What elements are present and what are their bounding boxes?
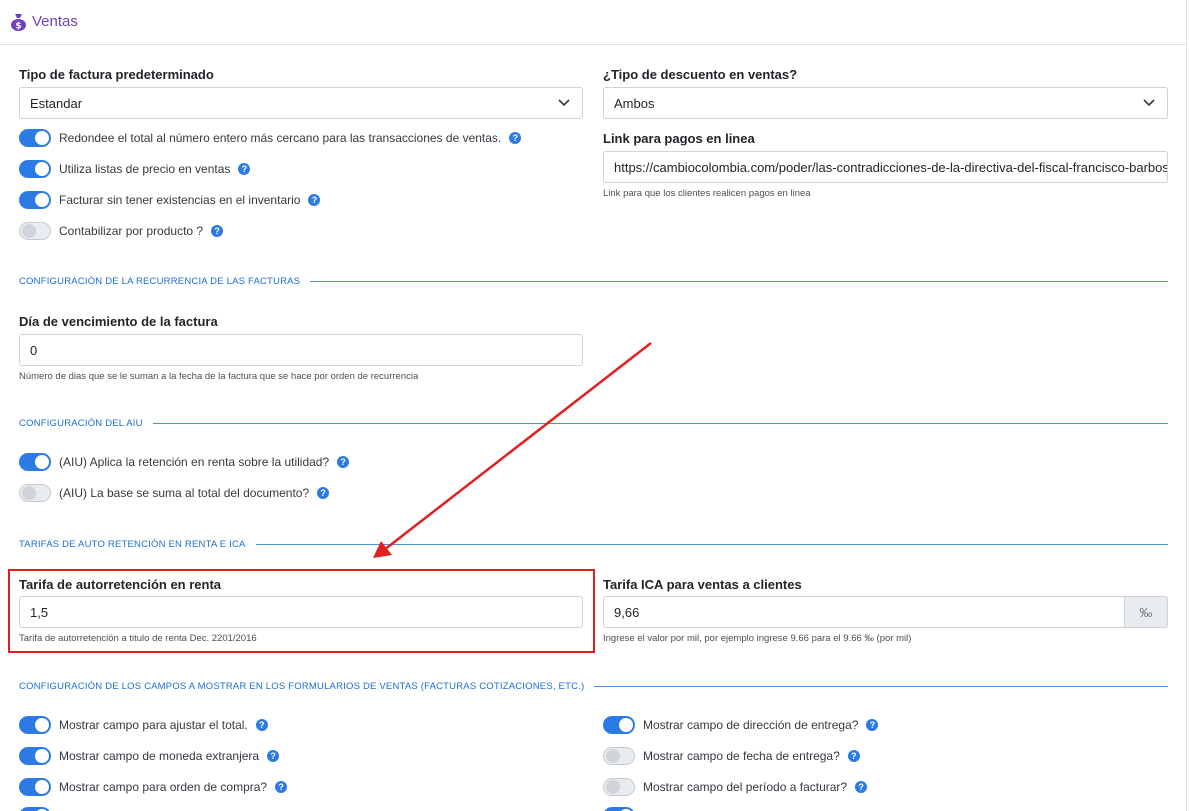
delivery-date-toggle[interactable] <box>603 747 635 765</box>
section-divider <box>594 685 1168 687</box>
autoretention-label: Tarifa de autorretención en renta <box>19 577 222 592</box>
payment-link-help: Link para que los clientes realicen pago… <box>603 188 811 199</box>
autoretention-input[interactable]: 1,5 <box>19 596 583 628</box>
help-icon[interactable]: ? <box>509 132 522 144</box>
money-bag-icon: $ <box>11 14 26 32</box>
toggle-label: Facturar sin tener existencias en el inv… <box>59 193 301 207</box>
billing-period-toggle[interactable] <box>603 778 635 796</box>
aiu-retention-toggle[interactable] <box>19 453 51 471</box>
section-aiu: CONFIGURACIÓN DEL AIU <box>19 416 1168 430</box>
help-icon[interactable]: ? <box>855 781 868 793</box>
section-fields: CONFIGURACIÓN DE LOS CAMPOS A MOSTRAR EN… <box>19 679 1168 693</box>
price-lists-toggle[interactable] <box>19 160 51 178</box>
help-icon[interactable]: ? <box>238 163 251 175</box>
sales-settings-page: $ Ventas Tipo de factura predeterminado … <box>0 0 1189 811</box>
page-title: Ventas <box>32 13 78 30</box>
toggle-label: Mostrar campo de dirección de entrega? <box>643 718 859 732</box>
help-icon[interactable]: ? <box>308 194 321 206</box>
toggle-row-aiu-retention: (AIU) Aplica la retención en renta sobre… <box>19 452 350 472</box>
due-day-help: Número de dias que se le suman a la fech… <box>19 371 419 382</box>
section-rates: TARIFAS DE AUTO RETENCIÓN EN RENTA E ICA <box>19 537 1168 551</box>
section-title: CONFIGURACIÓN DE LA RECURRENCIA DE LAS F… <box>19 275 301 287</box>
section-recurrence: CONFIGURACIÓN DE LA RECURRENCIA DE LAS F… <box>19 274 1168 288</box>
help-icon[interactable]: ? <box>866 719 879 731</box>
section-title: CONFIGURACIÓN DEL AIU <box>19 417 143 429</box>
discount-type-value: Ambos <box>614 96 655 111</box>
help-icon[interactable]: ? <box>847 750 860 762</box>
toggle-label: Contabilizar por producto ? <box>59 224 204 238</box>
invoice-type-select[interactable]: Estandar <box>19 87 583 119</box>
toggle-row-delivery-address: Mostrar campo de dirección de entrega? ? <box>603 715 879 735</box>
aiu-base-toggle[interactable] <box>19 484 51 502</box>
chevron-down-icon <box>558 99 570 107</box>
discount-type-select[interactable]: Ambos <box>603 87 1168 119</box>
due-day-input[interactable]: 0 <box>19 334 583 366</box>
toggle-row-round-total: Redondee el total al número entero más c… <box>19 128 522 148</box>
toggle-label: (AIU) Aplica la retención en renta sobre… <box>59 455 330 469</box>
toggle-row-no-stock: Facturar sin tener existencias en el inv… <box>19 190 321 210</box>
invoice-type-label: Tipo de factura predeterminado <box>19 67 214 82</box>
no-stock-toggle[interactable] <box>19 191 51 209</box>
toggle-label: (AIU) La base se suma al total del docum… <box>59 486 310 500</box>
ica-help: Ingrese el valor por mil, por ejemplo in… <box>603 633 912 644</box>
discount-type-label: ¿Tipo de descuento en ventas? <box>603 67 798 82</box>
toggle-label: Utiliza listas de precio en ventas <box>59 162 231 176</box>
help-icon[interactable]: ? <box>211 225 224 237</box>
toggle-row-partial-right <box>603 806 635 811</box>
toggle-row-per-product: Contabilizar por producto ? ? <box>19 221 224 241</box>
payment-link-input[interactable]: https://cambiocolombia.com/poder/las-con… <box>603 151 1168 183</box>
toggle-label: Mostrar campo de moneda extranjera <box>59 749 260 763</box>
section-title: CONFIGURACIÓN DE LOS CAMPOS A MOSTRAR EN… <box>19 680 585 692</box>
partial-toggle[interactable] <box>19 807 51 811</box>
adjust-total-toggle[interactable] <box>19 716 51 734</box>
panel-header: $ Ventas <box>0 0 1186 45</box>
toggle-label: Mostrar campo de fecha de entrega? <box>643 749 840 763</box>
help-icon[interactable]: ? <box>267 750 280 762</box>
chevron-down-icon <box>1143 99 1155 107</box>
toggle-row-aiu-base: (AIU) La base se suma al total del docum… <box>19 483 330 503</box>
toggle-label: Redondee el total al número entero más c… <box>59 131 502 145</box>
section-divider <box>255 543 1168 545</box>
help-icon[interactable]: ? <box>275 781 288 793</box>
section-divider <box>310 280 1168 282</box>
autoretention-help: Tarifa de autorretención a titulo de ren… <box>19 633 257 644</box>
toggle-label: Mostrar campo para ajustar el total. <box>59 718 248 732</box>
ica-label: Tarifa ICA para ventas a clientes <box>603 577 802 592</box>
toggle-row-foreign-currency: Mostrar campo de moneda extranjera ? <box>19 746 280 766</box>
toggle-row-delivery-date: Mostrar campo de fecha de entrega? ? <box>603 746 860 766</box>
toggle-row-price-lists: Utiliza listas de precio en ventas ? <box>19 159 251 179</box>
section-divider <box>152 422 1168 424</box>
toggle-row-partial-left <box>19 806 51 811</box>
svg-text:$: $ <box>15 22 21 32</box>
help-icon[interactable]: ? <box>255 719 268 731</box>
ica-input[interactable]: 9,66 <box>603 596 1125 628</box>
toggle-label: Mostrar campo del período a facturar? <box>643 780 848 794</box>
partial-toggle[interactable] <box>603 807 635 811</box>
foreign-currency-toggle[interactable] <box>19 747 51 765</box>
scrollbar-edge <box>1186 0 1187 811</box>
toggle-label: Mostrar campo para orden de compra? <box>59 780 268 794</box>
toggle-row-adjust-total: Mostrar campo para ajustar el total. ? <box>19 715 268 735</box>
help-icon[interactable]: ? <box>317 487 330 499</box>
due-day-label: Día de vencimiento de la factura <box>19 314 218 329</box>
invoice-type-value: Estandar <box>30 96 83 111</box>
per-mille-addon: ‰ <box>1125 596 1168 628</box>
purchase-order-toggle[interactable] <box>19 778 51 796</box>
section-title: TARIFAS DE AUTO RETENCIÓN EN RENTA E ICA <box>19 538 246 550</box>
per-product-toggle[interactable] <box>19 222 51 240</box>
delivery-address-toggle[interactable] <box>603 716 635 734</box>
payment-link-label: Link para pagos en linea <box>603 131 755 146</box>
help-icon[interactable]: ? <box>337 456 350 468</box>
round-total-toggle[interactable] <box>19 129 51 147</box>
toggle-row-billing-period: Mostrar campo del período a facturar? ? <box>603 777 868 797</box>
toggle-row-purchase-order: Mostrar campo para orden de compra? ? <box>19 777 288 797</box>
